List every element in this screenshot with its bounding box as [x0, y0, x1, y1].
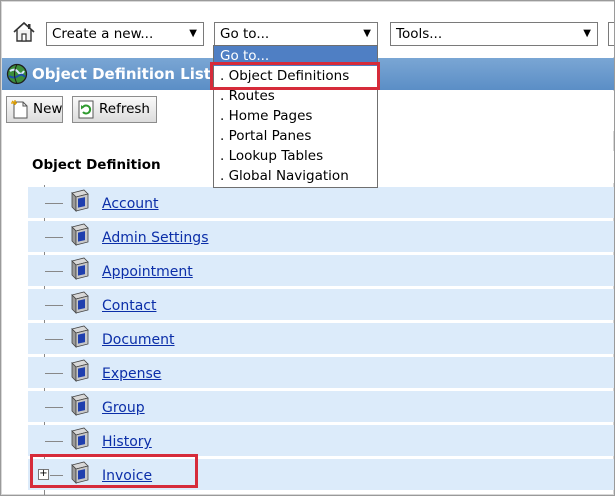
new-button[interactable]: New [6, 96, 63, 123]
tree-branch [45, 441, 63, 442]
object-definition-icon [71, 461, 89, 484]
chevron-down-icon: ▼ [363, 28, 371, 39]
tree-branch [45, 305, 63, 306]
object-link-document[interactable]: Document [102, 332, 175, 348]
new-document-icon [11, 100, 28, 119]
object-definition-icon [71, 325, 89, 348]
page-title: Object Definition List [32, 65, 211, 83]
object-definition-icon [71, 427, 89, 450]
list-header-label: Object Definition [32, 157, 161, 173]
object-definition-icon [71, 291, 89, 314]
create-new-select-value: Create a new... [52, 26, 154, 42]
goto-select[interactable]: Go to... ▼ [214, 22, 378, 46]
extra-select[interactable] [608, 22, 614, 46]
object-definition-icon [71, 359, 89, 382]
goto-dropdown-menu: Go to... . Object Definitions . Routes .… [213, 45, 378, 188]
object-link-group[interactable]: Group [102, 400, 145, 416]
list-item: Group [28, 391, 614, 422]
goto-option-lookup-tables[interactable]: . Lookup Tables [214, 146, 377, 166]
object-definition-icon [71, 257, 89, 280]
create-new-select[interactable]: Create a new... ▼ [46, 22, 204, 46]
tree-branch [45, 407, 63, 408]
list-item: Admin Settings [28, 221, 614, 252]
list-item: + Invoice [28, 459, 614, 490]
list-item: Expense [28, 357, 614, 388]
object-definition-icon [71, 189, 89, 212]
refresh-icon [78, 100, 94, 119]
window-frame: Create a new... ▼ Go to... ▼ Tools... ▼ … [0, 0, 615, 496]
globe-icon [6, 63, 28, 85]
list-item: Document [28, 323, 614, 354]
tree-branch [45, 271, 63, 272]
goto-option-global-navigation[interactable]: . Global Navigation [214, 166, 377, 186]
object-link-account[interactable]: Account [102, 196, 159, 212]
new-button-label: New [33, 101, 63, 117]
tools-select-value: Tools... [396, 26, 443, 42]
object-link-admin-settings[interactable]: Admin Settings [102, 230, 209, 246]
chevron-down-icon: ▼ [189, 28, 197, 39]
chevron-down-icon: ▼ [583, 28, 591, 39]
list-item: History [28, 425, 614, 456]
refresh-button[interactable]: Refresh [72, 96, 157, 123]
list-item: Account [28, 187, 614, 218]
tree-branch [45, 373, 63, 374]
goto-option-routes[interactable]: . Routes [214, 86, 377, 106]
refresh-button-label: Refresh [99, 101, 150, 117]
tree-branch [45, 203, 63, 204]
goto-option-home-pages[interactable]: . Home Pages [214, 106, 377, 126]
tree-branch [45, 339, 63, 340]
object-definition-icon [71, 393, 89, 416]
object-definition-icon [71, 223, 89, 246]
object-link-appointment[interactable]: Appointment [102, 264, 193, 280]
object-link-invoice[interactable]: Invoice [102, 468, 152, 484]
tree-branch [50, 475, 63, 476]
tools-select[interactable]: Tools... ▼ [390, 22, 598, 46]
goto-option-default[interactable]: Go to... [214, 46, 377, 66]
goto-option-object-definitions[interactable]: . Object Definitions [214, 66, 377, 86]
goto-select-value: Go to... [220, 26, 270, 42]
object-link-expense[interactable]: Expense [102, 366, 161, 382]
expand-plus-icon[interactable]: + [38, 469, 49, 480]
tree-branch [45, 237, 63, 238]
goto-option-portal-panes[interactable]: . Portal Panes [214, 126, 377, 146]
home-icon[interactable] [12, 20, 36, 44]
object-link-history[interactable]: History [102, 434, 152, 450]
object-link-contact[interactable]: Contact [102, 298, 156, 314]
list-item: Appointment [28, 255, 614, 286]
list-item: Contact [28, 289, 614, 320]
